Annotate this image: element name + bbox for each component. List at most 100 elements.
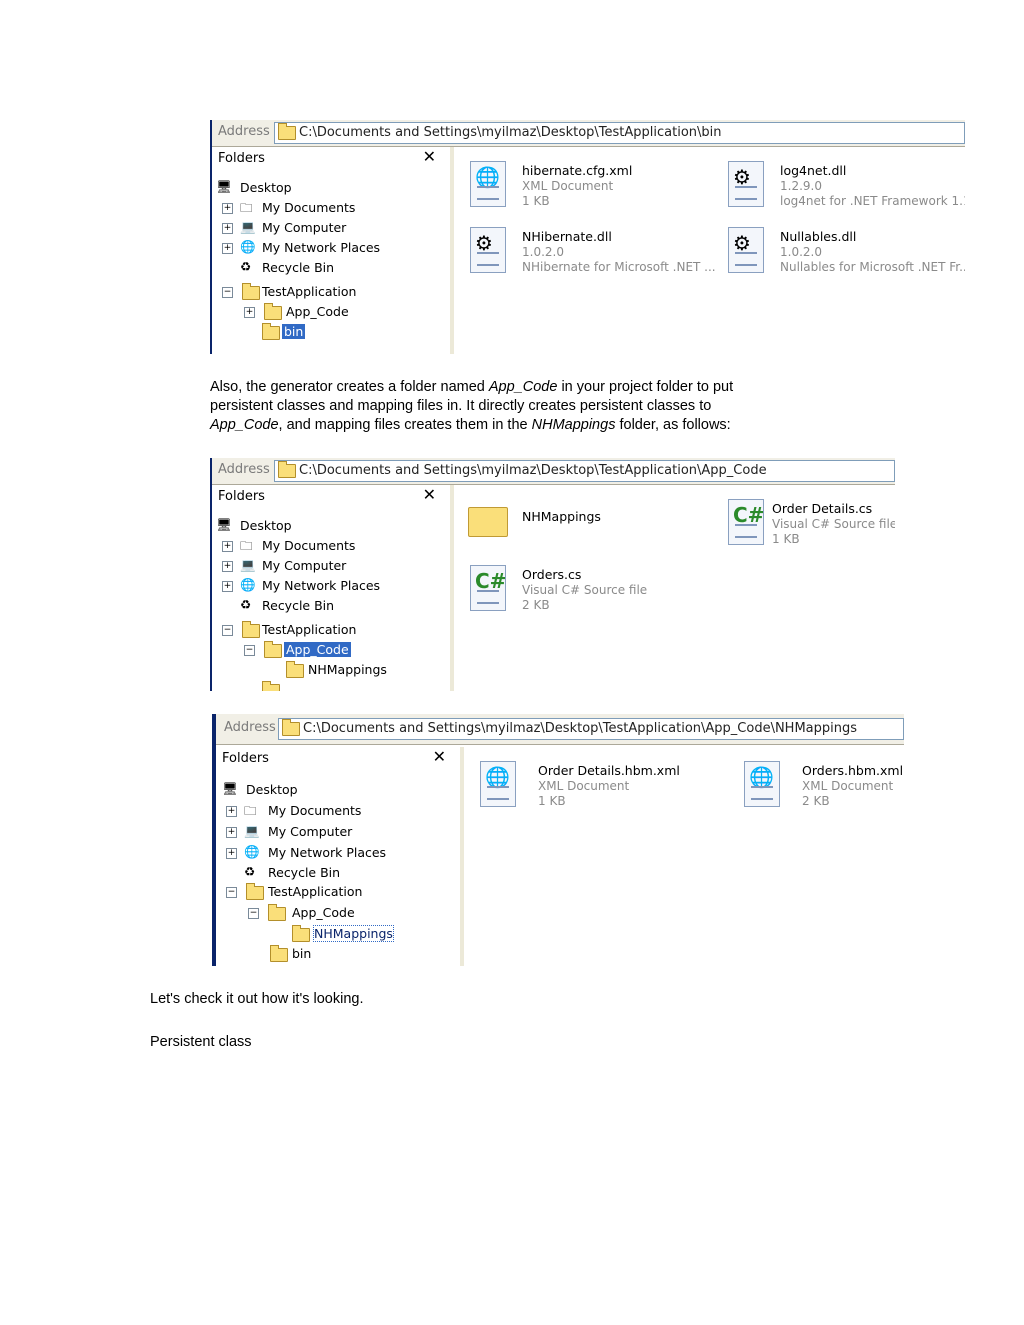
file-version: 1.0.2.0: [522, 245, 564, 259]
file-name: Orders.hbm.xml: [802, 763, 904, 778]
address-path: C:\Documents and Settings\myilmaz\Deskto…: [299, 125, 722, 140]
folders-header: Folders ✕: [212, 147, 450, 169]
explorer-screenshot-bin: Address C:\Documents and Settings\myilma…: [210, 120, 965, 354]
tree-label: My Documents: [262, 200, 356, 215]
tree-label: My Network Places: [268, 845, 387, 860]
file-list: 🌐 Order Details.hbm.xml XML Document 1 K…: [464, 747, 904, 966]
tree-label-selected: NHMappings: [313, 925, 394, 942]
folder-icon: [242, 283, 260, 300]
expand-icon[interactable]: +: [226, 848, 237, 859]
close-icon[interactable]: ✕: [423, 147, 436, 166]
collapse-icon[interactable]: −: [222, 625, 233, 636]
tree-label: Recycle Bin: [262, 598, 335, 613]
file-version: 1.0.2.0: [780, 245, 822, 259]
expand-icon[interactable]: +: [226, 827, 237, 838]
tree-label: App_Code: [292, 905, 355, 920]
file-item[interactable]: ⚙ Nullables.dll 1.0.2.0 Nullables for Mi…: [720, 223, 965, 279]
recycle-bin-icon: ♻: [240, 259, 252, 274]
address-input[interactable]: C:\Documents and Settings\myilmaz\Deskto…: [278, 718, 904, 740]
collapse-icon[interactable]: −: [248, 908, 259, 919]
file-type: XML Document: [538, 779, 630, 793]
file-item[interactable]: ⚙ NHibernate.dll 1.0.2.0 NHibernate for …: [462, 223, 722, 279]
folder-icon: [262, 681, 280, 691]
computer-icon: 💻: [240, 219, 256, 234]
xml-document-icon: 🌐: [470, 161, 506, 207]
folder-icon: [468, 507, 508, 537]
address-path: C:\Documents and Settings\myilmaz\Deskto…: [303, 721, 858, 736]
close-icon[interactable]: ✕: [433, 747, 446, 766]
tree-label: Recycle Bin: [268, 865, 341, 880]
collapse-icon[interactable]: −: [244, 645, 255, 656]
folders-pane: Folders ✕ 🖥 Desktop + 🗀 My Documents + 💻…: [212, 485, 451, 691]
expand-icon[interactable]: +: [222, 243, 233, 254]
expand-icon[interactable]: +: [244, 307, 255, 318]
folder-icon: [268, 904, 286, 921]
folder-icon: [270, 945, 288, 962]
address-label: Address: [218, 124, 270, 139]
file-size: 1 KB: [772, 532, 800, 546]
computer-icon: 💻: [240, 557, 256, 572]
documents-icon: 🗀: [244, 803, 257, 818]
file-description: Nullables for Microsoft .NET Fr...: [780, 260, 965, 274]
folders-header: Folders ✕: [212, 485, 450, 507]
file-type: Visual C# Source file: [522, 583, 648, 597]
address-bar: Address C:\Documents and Settings\myilma…: [212, 458, 895, 485]
file-size: 2 KB: [522, 598, 550, 612]
tree-label: My Network Places: [262, 578, 381, 593]
address-input[interactable]: C:\Documents and Settings\myilmaz\Deskto…: [274, 460, 895, 482]
tree-label: My Computer: [268, 824, 353, 839]
folder-icon: [292, 925, 310, 942]
explorer-screenshot-nhmappings: Address C:\Documents and Settings\myilma…: [212, 714, 904, 966]
expand-icon[interactable]: +: [222, 561, 233, 572]
file-item[interactable]: 🌐 hibernate.cfg.xml XML Document 1 KB: [462, 157, 722, 213]
csharp-file-icon: C#: [728, 499, 764, 545]
dll-icon: ⚙: [728, 161, 764, 207]
expand-icon[interactable]: +: [222, 541, 233, 552]
tree-label: My Computer: [262, 558, 347, 573]
file-list: 🌐 hibernate.cfg.xml XML Document 1 KB ⚙ …: [454, 147, 965, 354]
network-icon: 🌐: [240, 577, 256, 592]
file-name: Orders.cs: [522, 567, 582, 582]
file-item[interactable]: C# Order Details.cs Visual C# Source fil…: [720, 495, 895, 551]
folder-icon: [262, 323, 280, 340]
expand-icon[interactable]: +: [226, 806, 237, 817]
file-list: NHMappings C# Order Details.cs Visual C#…: [454, 485, 895, 691]
tree-label: My Documents: [262, 538, 356, 553]
file-item[interactable]: 🌐 Order Details.hbm.xml XML Document 1 K…: [472, 757, 732, 813]
collapse-icon[interactable]: −: [222, 287, 233, 298]
folder-icon: [246, 883, 264, 900]
explorer-screenshot-app-code: Address C:\Documents and Settings\myilma…: [210, 458, 895, 691]
expand-icon[interactable]: +: [222, 223, 233, 234]
file-item[interactable]: NHMappings: [462, 495, 722, 551]
folders-title: Folders: [218, 489, 265, 504]
network-icon: 🌐: [244, 844, 260, 859]
file-name: NHibernate.dll: [522, 229, 612, 244]
file-version: 1.2.9.0: [780, 179, 822, 193]
desktop-icon: 🖥: [222, 781, 238, 796]
folder-icon: [242, 621, 260, 638]
tree-label: App_Code: [286, 304, 349, 319]
folders-pane: Folders ✕ 🖥 Desktop + 🗀 My Documents + 💻…: [212, 147, 451, 354]
file-item[interactable]: 🌐 Orders.hbm.xml XML Document 2 KB: [736, 757, 904, 813]
tree-label: Desktop: [240, 180, 292, 195]
tree-label: bin: [292, 946, 312, 961]
tree-label: TestApplication: [262, 622, 357, 637]
network-icon: 🌐: [240, 239, 256, 254]
address-label: Address: [218, 462, 270, 477]
file-name: log4net.dll: [780, 163, 847, 178]
desktop-icon: 🖥: [216, 517, 232, 532]
expand-icon[interactable]: +: [222, 581, 233, 592]
close-icon[interactable]: ✕: [423, 485, 436, 504]
collapse-icon[interactable]: −: [226, 887, 237, 898]
recycle-bin-icon: ♻: [244, 864, 256, 879]
tree-label: My Network Places: [262, 240, 381, 255]
section-heading: Persistent class: [150, 1034, 252, 1050]
address-input[interactable]: C:\Documents and Settings\myilmaz\Deskto…: [274, 122, 965, 144]
file-item[interactable]: C# Orders.cs Visual C# Source file 2 KB: [462, 561, 722, 617]
folder-icon: [278, 461, 296, 478]
expand-icon[interactable]: +: [222, 203, 233, 214]
file-item[interactable]: ⚙ log4net.dll 1.2.9.0 log4net for .NET F…: [720, 157, 965, 213]
computer-icon: 💻: [244, 823, 260, 838]
folder-icon: [282, 719, 300, 736]
file-name: Order Details.cs: [772, 501, 873, 516]
